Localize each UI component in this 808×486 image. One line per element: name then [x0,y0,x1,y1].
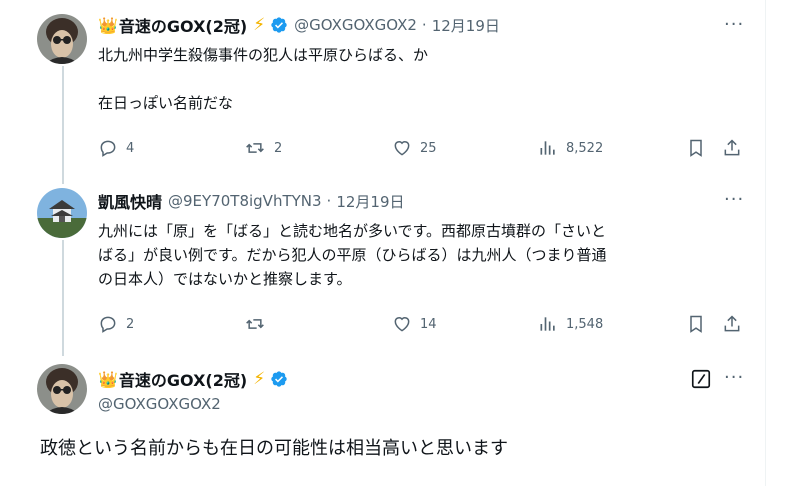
retweet-button[interactable]: 2 [244,136,282,160]
reply-icon [100,316,116,333]
analytics-icon [540,141,555,155]
heart-icon [394,141,410,156]
like-button[interactable]: 25 [392,136,437,160]
tweet2-text: 九州には「原」を「ばる」と読む地名が多いです。西都原古墳群の「さいと ばる」が良… [98,219,607,291]
retweet-icon [246,143,264,153]
bookmark-icon [690,315,702,333]
display-name[interactable]: 音速のGOX(2冠) [119,367,247,391]
reply-button[interactable]: 2 [98,312,134,336]
avatar-kaifu[interactable] [37,188,87,238]
like-button[interactable]: 14 [392,312,437,336]
lightning-icon: ⚡ [253,369,266,389]
tweet1-text: 北九州中学生殺傷事件の犯人は平原ひらばる、か 在日っぽい名前だな [98,43,428,115]
thread-line [62,66,64,184]
bookmark-button[interactable] [686,312,706,336]
reply-count: 4 [126,140,135,156]
reply-count: 2 [126,316,135,332]
separator-dot: · [326,192,332,210]
reply-icon [100,140,116,157]
crown-icon: 👑 [98,369,118,389]
thread-line [62,240,64,356]
separator-dot: · [421,16,427,34]
views-button[interactable]: 8,522 [538,136,603,160]
share-button[interactable] [722,136,742,160]
tweet2-header: 凱風快晴 @9EY70T8igVhTYN3 · 12月19日 [98,189,405,213]
tweet1-actions: 4 2 25 8,522 [98,136,748,160]
like-count: 14 [420,316,437,332]
timestamp[interactable]: 12月19日 [336,191,404,212]
like-count: 25 [420,140,437,156]
views-button[interactable]: 1,548 [538,312,603,336]
avatar-gox[interactable] [37,364,87,414]
lightning-icon: ⚡ [253,15,266,35]
tweet-line: ばる」が良い例です。だから犯人の平原（ひらばる）は九州人（つまり普通 [98,246,607,264]
retweet-button[interactable] [244,312,274,336]
tweet-line: 九州には「原」を「ばる」と読む地名が多いです。西都原古墳群の「さいと [98,222,607,240]
view-count: 8,522 [566,140,604,156]
more-options-icon[interactable]: ··· [724,189,744,210]
tweet3-text: 政徳という名前からも在日の可能性は相当高いと思います [40,438,508,459]
share-icon [724,315,740,332]
timestamp[interactable]: 12月19日 [432,15,500,36]
retweet-count: 2 [274,140,283,156]
more-options-icon[interactable]: ··· [724,14,744,35]
heart-icon [394,317,410,332]
display-name[interactable]: 凱風快晴 [98,189,162,213]
crown-icon: 👑 [98,15,118,35]
bookmark-icon [690,139,702,157]
reply-button[interactable]: 4 [98,136,134,160]
tweet2-actions: 2 14 1,548 [98,312,748,336]
tweet1-header: 👑 音速のGOX(2冠) ⚡ @GOXGOXGOX2 · 12月19日 [98,13,500,37]
display-name[interactable]: 音速のGOX(2冠) [119,13,247,37]
share-button[interactable] [722,312,742,336]
tweet-line: の日本人）ではないかと推察します。 [98,270,352,288]
grok-icon [691,369,711,389]
tweet3-header: 👑 音速のGOX(2冠) ⚡ [98,367,288,391]
column-divider [765,0,766,486]
tweet3-handle-row: @GOXGOXGOX2 [92,392,221,416]
analytics-icon [540,317,555,331]
verified-badge-icon [270,370,288,388]
handle[interactable]: @GOXGOXGOX2 [294,16,417,34]
grok-button[interactable] [690,367,712,391]
more-options-icon[interactable]: ··· [724,367,744,388]
handle[interactable]: @9EY70T8igVhTYN3 [168,192,322,210]
retweet-icon [246,319,264,329]
view-count: 1,548 [566,316,604,332]
handle[interactable]: @GOXGOXGOX2 [98,395,221,413]
bookmark-button[interactable] [686,136,706,160]
verified-badge-icon [270,16,288,34]
tweet-line: 在日っぽい名前だな [98,94,234,112]
tweet-line: 北九州中学生殺傷事件の犯人は平原ひらばる、か [98,46,429,64]
share-icon [724,139,740,156]
avatar-gox[interactable] [37,14,87,64]
